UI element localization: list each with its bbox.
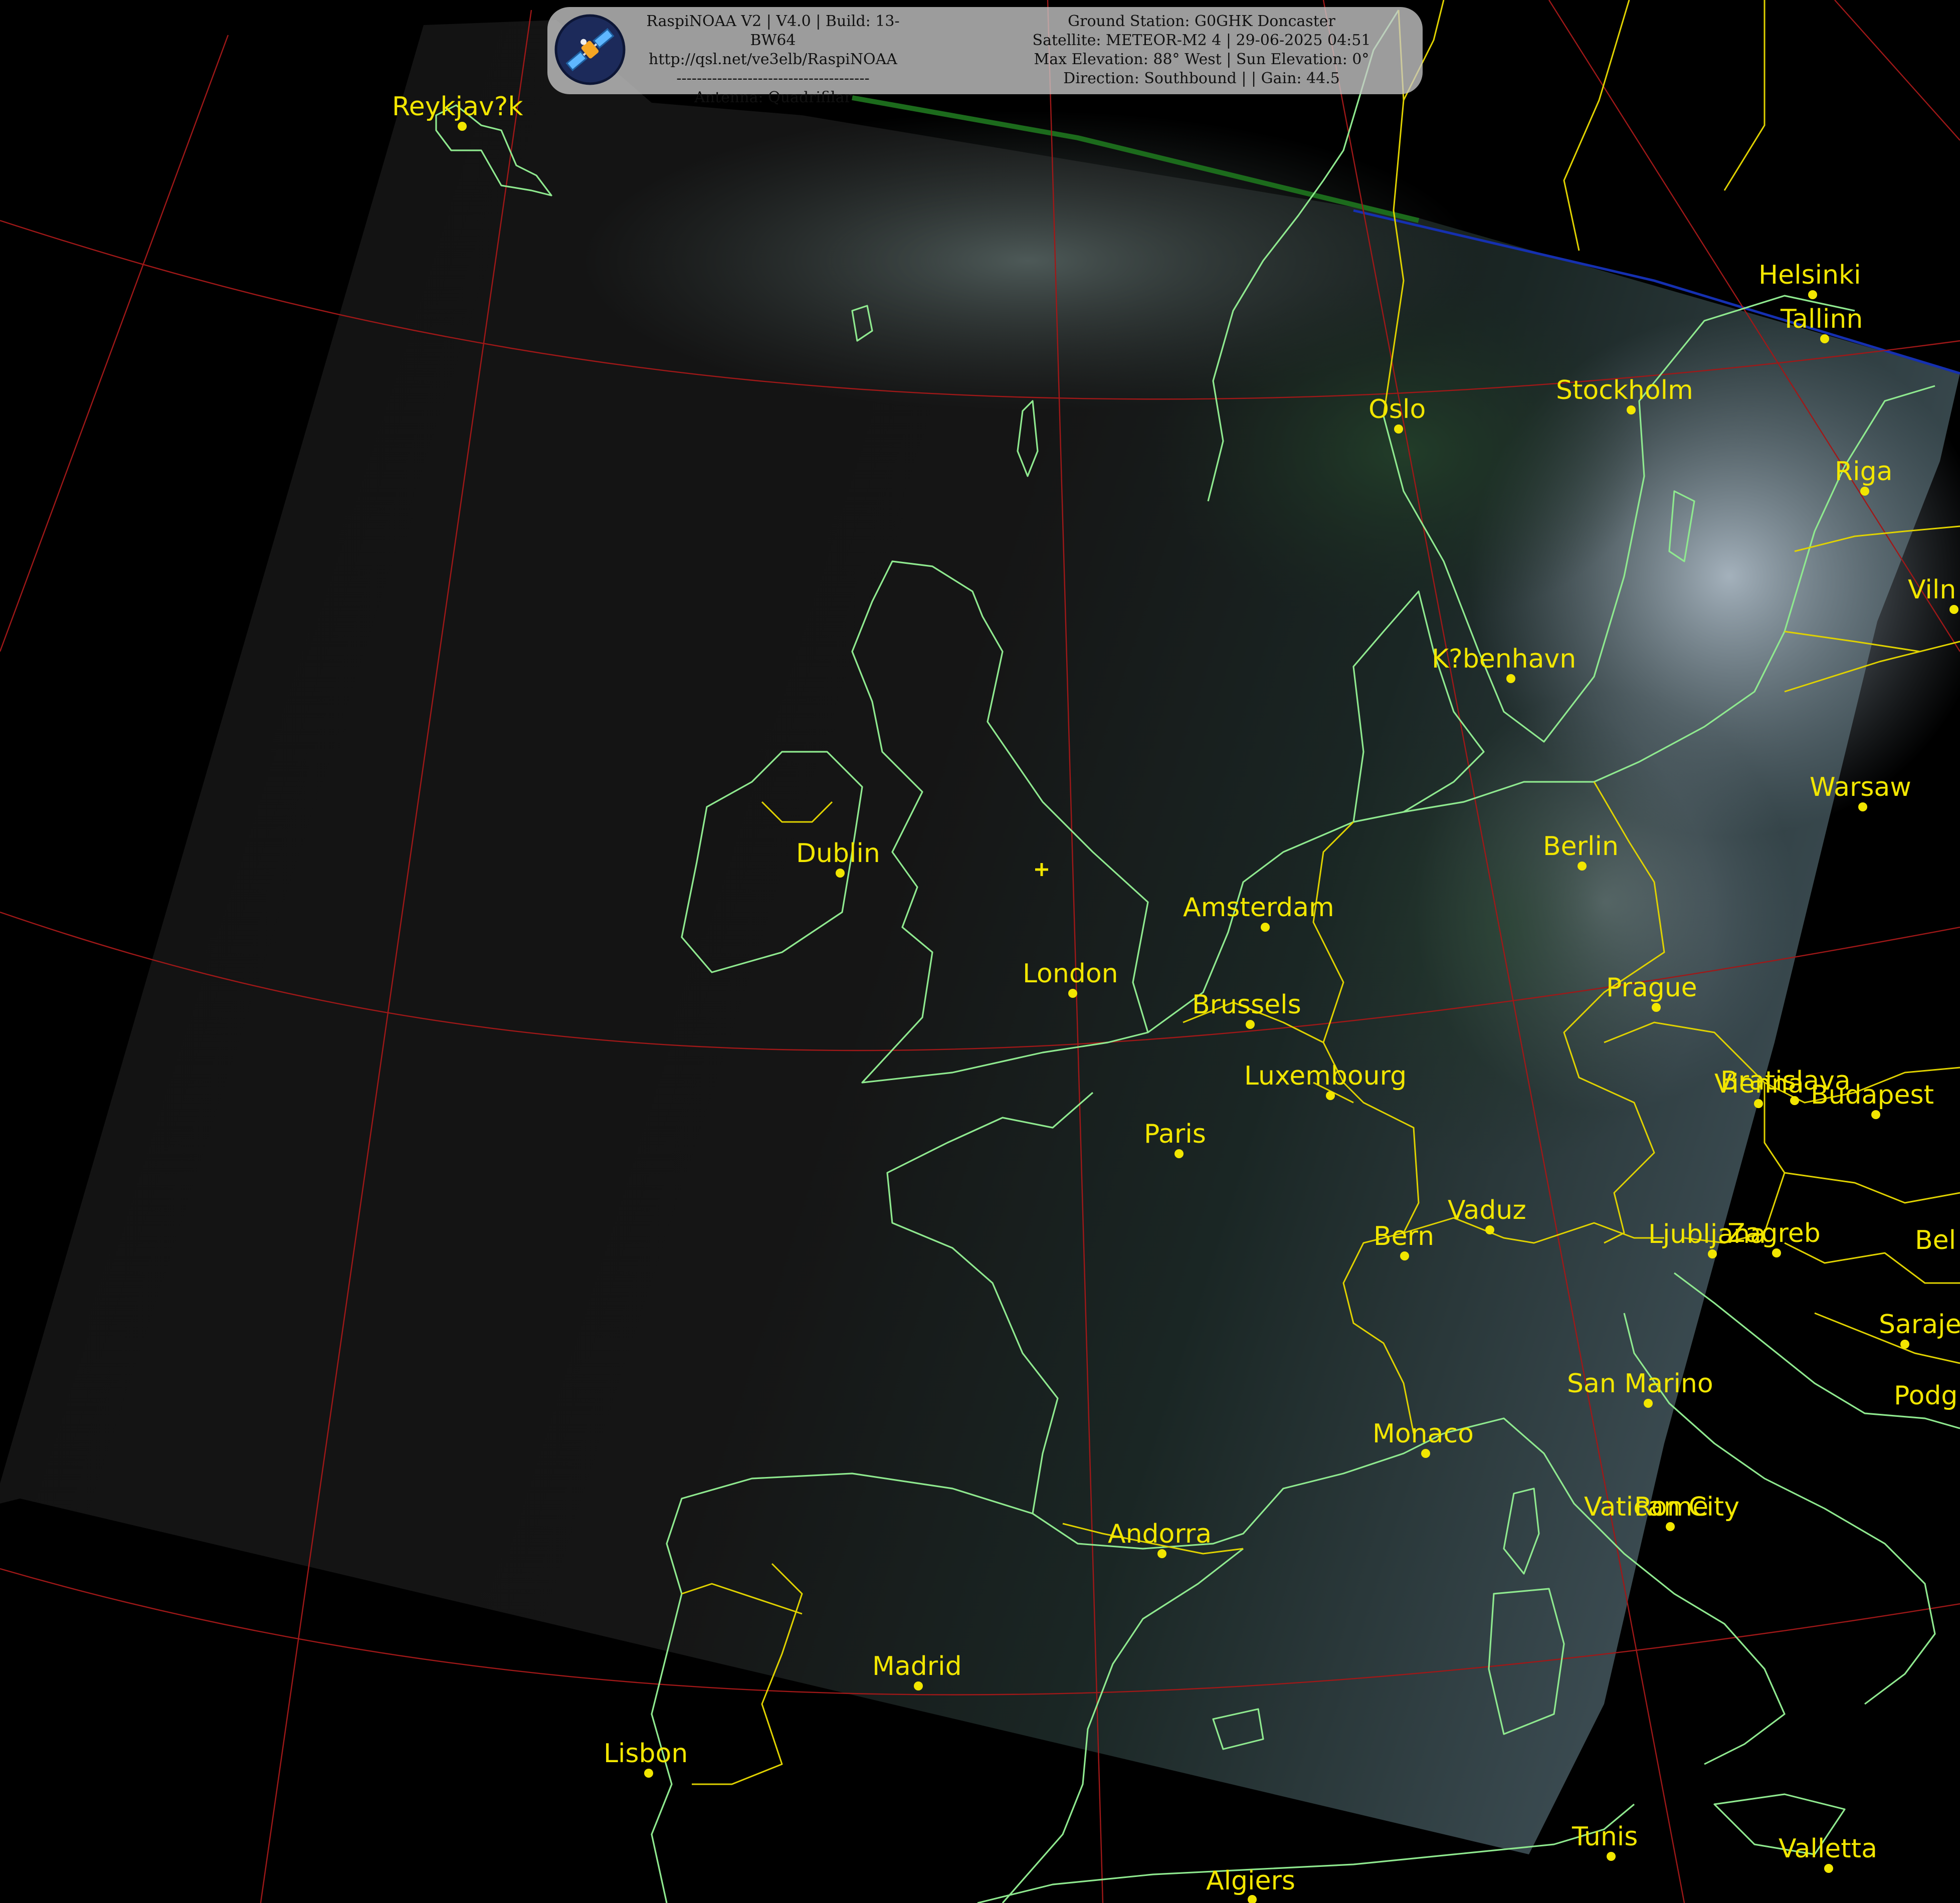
city-dot <box>1754 1099 1763 1108</box>
city-label: Paris <box>1144 1119 1206 1149</box>
banner-right-column: Ground Station: G0GHK Doncaster Satellit… <box>984 12 1420 88</box>
city-label: Madrid <box>872 1651 962 1681</box>
city-label: Prague <box>1606 973 1697 1003</box>
city-label: Helsinki <box>1758 260 1861 290</box>
city-dot <box>1858 802 1867 811</box>
city-label: Reykjav?k <box>392 92 523 122</box>
city-label: Stockholm <box>1556 375 1693 405</box>
banner-left-column: RaspiNOAA V2 | V4.0 | Build: 13-BW64 htt… <box>633 12 913 107</box>
city-marker: Sarajevo <box>1879 1310 1960 1349</box>
city-marker: Tunis <box>1572 1822 1638 1861</box>
city-label: London <box>1023 959 1118 989</box>
city-dot <box>1900 1340 1909 1349</box>
elevation-info: Max Elevation: 88° West | Sun Elevation:… <box>1034 51 1369 68</box>
city-label: Andorra <box>1108 1519 1212 1549</box>
city-dot <box>1400 1251 1409 1260</box>
city-label: Zagreb <box>1727 1218 1821 1248</box>
city-marker: Lisbon <box>604 1739 688 1778</box>
project-link[interactable]: http://qsl.net/ve3elb/RaspiNOAA <box>633 50 913 69</box>
city-dot <box>1607 1852 1616 1861</box>
city-label: Berlin <box>1543 831 1619 862</box>
city-dot <box>458 122 467 131</box>
city-dot <box>1394 425 1403 434</box>
separator-line: -------------------------------------- <box>676 70 870 87</box>
city-label: Amsterdam <box>1183 893 1334 923</box>
city-dot <box>1708 1249 1717 1258</box>
city-dot <box>1068 989 1077 998</box>
city-dot <box>836 869 845 878</box>
city-marker: Rome <box>1634 1492 1708 1522</box>
city-label: Tallinn <box>1780 304 1863 334</box>
city-marker: Helsinki <box>1758 260 1861 299</box>
antenna-info: Antenna: Quadrifilar <box>694 89 852 106</box>
city-label: Viln <box>1908 575 1956 605</box>
city-dot <box>1326 1091 1335 1100</box>
city-marker: Podg <box>1894 1381 1957 1411</box>
city-marker: Bel <box>1915 1225 1956 1255</box>
city-label: Warsaw <box>1810 772 1911 802</box>
city-label: San Marino <box>1567 1369 1713 1399</box>
city-dot <box>1808 290 1817 299</box>
direction-gain-info: Direction: Southbound | | Gain: 44.5 <box>1063 70 1340 87</box>
city-dot <box>1666 1522 1675 1531</box>
city-label: Luxembourg <box>1244 1061 1407 1091</box>
city-label: Rome <box>1634 1492 1708 1522</box>
city-dot <box>1949 605 1958 614</box>
city-dot <box>1820 334 1829 343</box>
city-dot <box>1485 1225 1494 1234</box>
city-label: Riga <box>1835 457 1892 487</box>
city-dot <box>1157 1549 1166 1558</box>
city-label: Lisbon <box>604 1739 688 1769</box>
ground-station: Ground Station: G0GHK Doncaster <box>1068 13 1335 30</box>
city-label: Valletta <box>1779 1834 1877 1864</box>
city-dot <box>1871 1110 1880 1119</box>
city-label: Brussels <box>1192 990 1301 1020</box>
city-dot <box>1860 487 1869 496</box>
satellite-icon <box>554 14 626 85</box>
software-version: RaspiNOAA V2 | V4.0 | Build: 13-BW64 <box>646 13 900 49</box>
city-label: Sarajevo <box>1879 1310 1960 1340</box>
city-marker: Algiers <box>1206 1866 1295 1903</box>
satellite-map: Reykjav?k Helsinki Tallinn Oslo Stockhol… <box>0 0 1960 1903</box>
city-dot <box>1578 862 1587 871</box>
city-dot <box>1506 674 1515 683</box>
city-dot <box>1246 1020 1255 1029</box>
city-label: Oslo <box>1368 394 1426 425</box>
city-dot <box>1248 1895 1257 1903</box>
city-dot <box>1652 1003 1661 1012</box>
city-label: Podg <box>1894 1381 1957 1411</box>
city-dot <box>1261 923 1270 932</box>
city-label: Budapest <box>1811 1080 1934 1110</box>
city-marker: Budapest <box>1811 1080 1934 1119</box>
city-dot <box>1644 1399 1653 1408</box>
city-dot <box>1421 1449 1430 1458</box>
satellite-info: Satellite: METEOR-M2 4 | 29-06-2025 04:5… <box>1032 32 1371 49</box>
city-label: Dublin <box>796 838 880 869</box>
city-label: Vaduz <box>1448 1195 1526 1225</box>
city-label: Bel <box>1915 1225 1956 1255</box>
city-marker: Zagreb <box>1727 1218 1821 1257</box>
city-label: Tunis <box>1572 1822 1638 1852</box>
city-label: Bern <box>1374 1221 1434 1251</box>
city-label: Algiers <box>1206 1866 1295 1896</box>
city-dot <box>644 1769 653 1778</box>
city-label: K?benhavn <box>1432 644 1576 674</box>
city-label: Vienna <box>1714 1069 1804 1099</box>
city-dot <box>914 1681 923 1690</box>
city-marker: Valletta <box>1779 1834 1877 1873</box>
city-dot <box>1174 1149 1184 1158</box>
city-dot <box>1824 1864 1833 1873</box>
city-dot <box>1627 405 1636 414</box>
city-label: Monaco <box>1373 1419 1474 1449</box>
city-dot <box>1772 1248 1781 1257</box>
info-banner: RaspiNOAA V2 | V4.0 | Build: 13-BW64 htt… <box>547 7 1423 106</box>
